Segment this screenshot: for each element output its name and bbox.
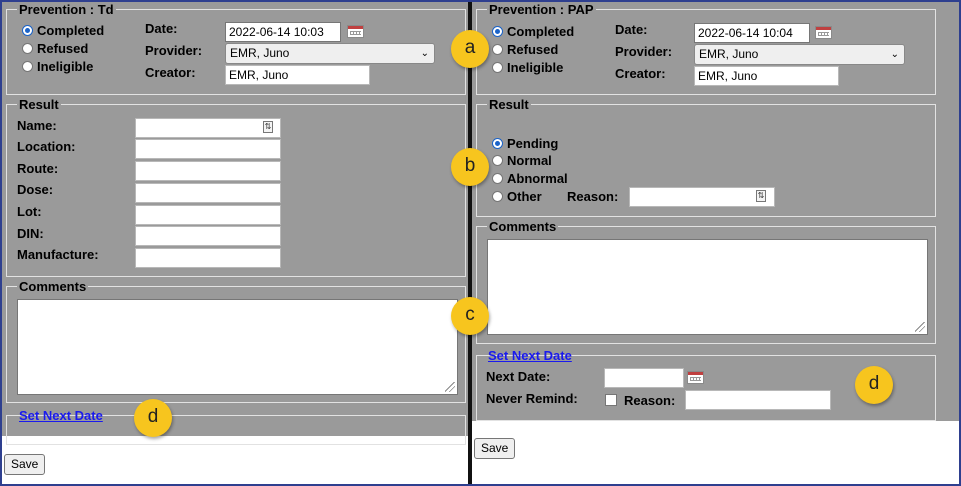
radio-icon	[22, 61, 33, 72]
right-date-label: Date:	[615, 22, 648, 37]
radio-label: Completed	[37, 23, 105, 38]
right-creator-label: Creator:	[615, 66, 666, 81]
radio-icon	[492, 44, 503, 55]
never-remind-label: Never Remind:	[486, 391, 578, 406]
left-result-legend: Result	[19, 97, 59, 112]
radio-label: Completed	[507, 24, 575, 39]
left-radio-ineligible[interactable]: Ineligible	[22, 59, 93, 74]
result-name-label: Name:	[17, 118, 57, 133]
callout-badge-a: a	[451, 30, 489, 68]
result-radio-other[interactable]: Other	[492, 189, 542, 204]
radio-label: Refused	[507, 42, 559, 57]
right-creator-input[interactable]: EMR, Juno	[694, 66, 839, 86]
result-radio-normal[interactable]: Normal	[492, 153, 552, 168]
right-provider-label: Provider:	[615, 44, 673, 59]
radio-icon	[492, 62, 503, 73]
left-comments-textarea[interactable]	[17, 299, 458, 395]
result-route-input[interactable]	[135, 161, 281, 181]
callout-badge-d-left: d	[134, 399, 172, 437]
left-creator-input[interactable]: EMR, Juno	[225, 65, 370, 85]
radio-selected-icon	[492, 26, 503, 37]
radio-icon	[492, 173, 503, 184]
right-result-legend: Result	[489, 97, 529, 112]
right-date-input[interactable]: 2022-06-14 10:04	[694, 23, 810, 43]
right-pane: Prevention : PAP Completed Refused Ineli…	[472, 2, 959, 484]
result-radio-pending[interactable]: Pending	[492, 136, 558, 151]
radio-selected-icon	[492, 138, 503, 149]
right-radio-refused[interactable]: Refused	[492, 42, 558, 57]
callout-badge-d-right: d	[855, 366, 893, 404]
result-din-label: DIN:	[17, 226, 44, 241]
calendar-icon[interactable]	[347, 25, 364, 38]
never-remind-checkbox[interactable]	[605, 394, 617, 406]
callout-badge-b: b	[451, 148, 489, 186]
radio-icon	[492, 155, 503, 166]
calendar-icon[interactable]	[687, 371, 704, 384]
left-radio-completed[interactable]: Completed	[22, 23, 104, 38]
right-provider-select[interactable]: EMR, Juno ⌄	[694, 44, 905, 65]
left-radio-refused[interactable]: Refused	[22, 41, 88, 56]
never-remind-reason-label: Reason:	[624, 393, 676, 408]
result-din-input[interactable]	[135, 226, 281, 246]
radio-label: Abnormal	[507, 171, 568, 186]
callout-badge-c: c	[451, 297, 489, 335]
left-save-button[interactable]: Save	[4, 454, 46, 475]
radio-label: Normal	[507, 153, 552, 168]
left-pane: Prevention : Td Completed Refused Inelig…	[2, 2, 469, 484]
left-date-input[interactable]: 2022-06-14 10:03	[225, 22, 341, 42]
right-comments-textarea[interactable]	[487, 239, 928, 335]
radio-label: Refused	[37, 41, 89, 56]
result-manufacture-input[interactable]	[135, 248, 281, 268]
right-radio-ineligible[interactable]: Ineligible	[492, 60, 563, 75]
lookup-icon[interactable]: ⇅	[756, 190, 766, 202]
left-comments-legend: Comments	[19, 279, 87, 294]
right-prevention-legend: Prevention : PAP	[489, 2, 594, 17]
left-prevention-legend: Prevention : Td	[19, 2, 114, 17]
left-set-next-date-link[interactable]: Set Next Date	[19, 408, 103, 423]
result-radio-abnormal[interactable]: Abnormal	[492, 171, 568, 186]
result-reason-input[interactable]	[629, 187, 775, 207]
result-route-label: Route:	[17, 161, 59, 176]
result-dose-input[interactable]	[135, 183, 281, 203]
left-creator-label: Creator:	[145, 65, 196, 80]
result-lot-label: Lot:	[17, 204, 42, 219]
result-name-input[interactable]	[135, 118, 281, 138]
right-comments-legend: Comments	[489, 219, 557, 234]
radio-icon	[492, 191, 503, 202]
next-date-input[interactable]	[604, 368, 684, 388]
left-provider-select[interactable]: EMR, Juno ⌄	[225, 43, 435, 64]
result-reason-label: Reason:	[567, 189, 619, 204]
right-save-button[interactable]: Save	[474, 438, 516, 459]
result-location-input[interactable]	[135, 139, 281, 159]
radio-label: Pending	[507, 136, 559, 151]
result-location-label: Location:	[17, 139, 76, 154]
radio-icon	[22, 43, 33, 54]
select-value: EMR, Juno	[230, 46, 290, 60]
result-manufacture-label: Manufacture:	[17, 247, 99, 262]
right-set-next-date-link[interactable]: Set Next Date	[488, 348, 572, 363]
left-date-label: Date:	[145, 21, 178, 36]
radio-label: Ineligible	[507, 60, 564, 75]
result-lot-input[interactable]	[135, 205, 281, 225]
left-provider-label: Provider:	[145, 43, 203, 58]
resize-grip-icon[interactable]	[915, 322, 925, 332]
next-date-label: Next Date:	[486, 369, 551, 384]
calendar-icon[interactable]	[815, 26, 832, 39]
select-value: EMR, Juno	[699, 47, 759, 61]
chevron-down-icon: ⌄	[420, 48, 429, 59]
result-dose-label: Dose:	[17, 182, 54, 197]
lookup-icon[interactable]: ⇅	[263, 121, 273, 133]
radio-label: Ineligible	[37, 59, 94, 74]
right-radio-completed[interactable]: Completed	[492, 24, 574, 39]
radio-label: Other	[507, 189, 542, 204]
radio-selected-icon	[22, 25, 33, 36]
resize-grip-icon[interactable]	[445, 382, 455, 392]
never-remind-reason-input[interactable]	[685, 390, 831, 410]
chevron-down-icon: ⌄	[890, 49, 899, 60]
